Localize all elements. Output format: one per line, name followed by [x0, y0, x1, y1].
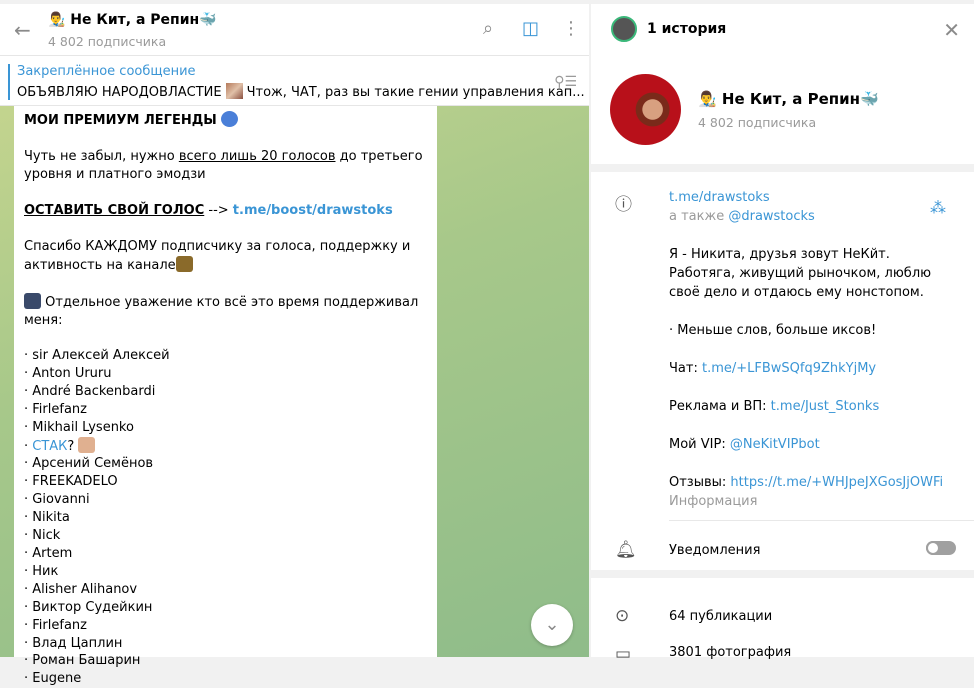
whale-emoji-icon	[220, 111, 238, 127]
subscriber-count: 4 802 подписчика	[48, 34, 167, 49]
pin-list-icon[interactable]: ⚲☰	[554, 74, 577, 90]
list-item: · FREEKADELO	[24, 474, 118, 490]
vip-label: Мой VIP:	[669, 437, 730, 452]
respect-text: Отдельное уважение кто всё это время под…	[24, 295, 419, 328]
chat-panel: ← 👨‍🎨 Не Кит, а Репин🐳 4 802 подписчика …	[0, 4, 589, 686]
boost-link[interactable]: t.me/boost/drawstoks	[233, 203, 393, 218]
custom-emoji-icon	[175, 256, 193, 272]
channel-link[interactable]: t.me/drawstoks	[669, 190, 770, 205]
custom-emoji-icon	[24, 293, 41, 309]
vote-label: ОСТАВИТЬ СВОЙ ГОЛОС	[24, 203, 205, 218]
list-item: · André Backenbardi	[24, 383, 156, 399]
msg-p1a: Чуть не забыл, нужно	[24, 149, 179, 164]
ads-link[interactable]: t.me/Just_Stonks	[771, 399, 880, 414]
stak-link[interactable]: СТАК	[32, 439, 67, 454]
list-item: · Alisher Alihanov	[24, 581, 138, 597]
pinned-text: ОБЪЯВЛЯЮ НАРОДОВЛАСТИЕ Чтож, ЧАТ, раз вы …	[17, 83, 585, 100]
pinned-message[interactable]: Закреплённое сообщение ОБЪЯВЛЯЮ НАРОДОВЛ…	[0, 58, 589, 106]
list-item: · Firlefanz	[24, 617, 87, 633]
message-bubble: МОИ ПРЕМИУМ ЛЕГЕНДЫ Чуть не забыл, нужно…	[14, 106, 437, 686]
list-item: · Виктор Судейкин	[24, 599, 153, 615]
message-heading: МОИ ПРЕМИУМ ЛЕГЕНДЫ	[24, 113, 217, 128]
list-item: · sir Алексей Алексей	[24, 348, 170, 363]
bio-text: Я - Никита, друзья зовут НеКйт. Работяга…	[669, 247, 932, 300]
chat-title[interactable]: 👨‍🎨 Не Кит, а Репин🐳	[48, 12, 217, 28]
stories-count[interactable]: 1 история	[647, 21, 726, 37]
msg-p1u: всего лишь 20 голосов	[178, 149, 336, 164]
story-avatar[interactable]	[611, 16, 637, 42]
channel-info: t.me/drawstoks а также @drawstocks Я - Н…	[669, 188, 959, 511]
sidebar-toggle-icon[interactable]: ◫	[522, 18, 539, 39]
notifications-toggle[interactable]	[926, 541, 956, 555]
photo-icon: ▭	[615, 644, 632, 664]
list-item: · Giovanni	[24, 492, 90, 508]
close-icon[interactable]: ✕	[943, 18, 960, 42]
search-icon[interactable]: ⌕	[483, 18, 493, 39]
chat-header: ← 👨‍🎨 Не Кит, а Репин🐳 4 802 подписчика …	[0, 4, 589, 56]
posts-count[interactable]: 64 публикации	[669, 609, 772, 624]
profile-subscribers: 4 802 подписчика	[698, 115, 817, 130]
back-arrow-icon[interactable]: ←	[14, 18, 31, 42]
pinned-label: Закреплённое сообщение	[17, 64, 196, 79]
arrow-text: -->	[204, 203, 233, 218]
stories-play-icon: ⊙	[615, 606, 630, 626]
list-item: · Nikita	[24, 510, 70, 526]
pinned-bar	[8, 64, 10, 100]
list-item: · Nick	[24, 528, 61, 544]
vip-link[interactable]: @NeKitVIPbot	[730, 437, 820, 452]
photos-count[interactable]: 3801 фотография	[669, 645, 791, 660]
pinned-thumbnail	[225, 83, 243, 99]
custom-emoji-icon	[78, 436, 96, 453]
profile-title: 👨‍🎨 Не Кит, а Репин🐳	[698, 90, 879, 108]
also-label: а также	[669, 209, 729, 224]
ads-label: Реклама и ВП:	[669, 399, 771, 414]
profile-panel: 1 история ✕ 👨‍🎨 Не Кит, а Репин🐳 4 802 п…	[591, 4, 974, 664]
list-item: · Firlefanz	[24, 401, 87, 417]
list-item: · Влад Цаплин	[24, 635, 123, 651]
bio-slogan: · Меньше слов, больше иксов!	[669, 323, 877, 338]
chat-label: Чат:	[669, 361, 702, 376]
more-menu-icon[interactable]: ⋮	[562, 18, 580, 39]
list-item: · Ник	[24, 563, 59, 579]
scroll-down-button[interactable]: ⌄	[531, 604, 573, 646]
list-item: · Роман Башарин	[24, 653, 141, 669]
info-icon: ⓘ	[615, 195, 632, 215]
thanks-text: Спасибо КАЖДОМУ подписчику за голоса, по…	[24, 239, 411, 273]
notifications-label[interactable]: Уведомления	[669, 543, 760, 558]
divider	[669, 520, 974, 521]
reviews-link[interactable]: https://t.me/+WHJpeJXGosJjOWFi	[730, 475, 943, 490]
list-item: · Anton Ururu	[24, 365, 112, 381]
list-item: · СТАК?	[24, 436, 427, 456]
list-item: · Арсений Семёнов	[24, 456, 154, 472]
chat-background: МОИ ПРЕМИУМ ЛЕГЕНДЫ Чуть не забыл, нужно…	[0, 106, 589, 686]
pinned-text-a: ОБЪЯВЛЯЮ НАРОДОВЛАСТИЕ	[17, 85, 222, 100]
list-item: · Eugene	[24, 671, 82, 687]
reviews-label: Отзывы:	[669, 475, 731, 490]
divider	[591, 164, 974, 172]
bell-icon: 🔔︎	[615, 540, 637, 560]
pinned-text-b: Чтож, ЧАТ, раз вы такие гении управления…	[246, 85, 585, 100]
list-item: · Mikhail Lysenko	[24, 419, 134, 435]
chat-link[interactable]: t.me/+LFBwSQfq9ZhkYjMy	[702, 361, 876, 376]
info-caption: Информация	[669, 494, 758, 509]
channel-avatar[interactable]	[610, 74, 681, 145]
also-username[interactable]: @drawstocks	[728, 209, 814, 224]
supporters-list: · sir Алексей Алексей · Anton Ururu · An…	[24, 347, 427, 688]
list-item: · Artem	[24, 545, 73, 561]
divider	[591, 570, 974, 578]
